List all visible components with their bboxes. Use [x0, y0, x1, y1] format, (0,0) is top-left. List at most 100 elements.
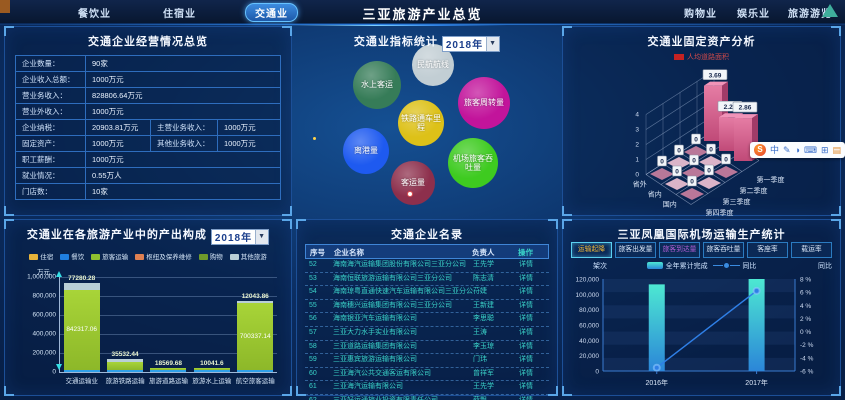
- legend[interactable]: 人均道路面积: [563, 52, 840, 62]
- svg-text:0: 0: [707, 168, 711, 175]
- detail-link[interactable]: 详情: [519, 300, 549, 313]
- table-row: 企业收入总额： 1000万元: [16, 72, 280, 88]
- field-label: 门店数：: [16, 184, 86, 199]
- airport-tabs: 运输起降 旅客出发量 旅客到达量 旅客吞吐量 客座率 载运率: [571, 242, 832, 258]
- top-nav: 餐饮业 住宿业 交通业 三亚旅游产业总览 购物业 娱乐业 旅游游览: [0, 0, 845, 26]
- corner-decor-icon: [831, 206, 841, 216]
- keyboard-icon[interactable]: ⌨: [804, 142, 817, 158]
- svg-text:0: 0: [692, 158, 696, 165]
- svg-text:0 %: 0 %: [800, 329, 811, 336]
- pen-icon[interactable]: ✎: [783, 142, 791, 158]
- field-label: 职工薪酬：: [16, 152, 86, 167]
- table-row: 就业情况： 0.55万人: [16, 168, 280, 184]
- sogou-logo-icon[interactable]: S: [754, 144, 766, 156]
- legend-label: 购物: [209, 253, 223, 261]
- table-row: 55 海南穗兴运输集团有限公司三亚分公司 王新建 详情: [305, 300, 549, 314]
- legend-item[interactable]: 购物: [198, 251, 223, 261]
- chinese-mode-icon[interactable]: 中: [770, 142, 779, 158]
- detail-link[interactable]: 详情: [519, 327, 549, 340]
- airport-tab-1[interactable]: 旅客出发量: [615, 242, 656, 258]
- field-label: 企业纳税：: [16, 120, 86, 135]
- chevron-down-icon: ▼: [486, 36, 500, 51]
- field-label: 营业外收入：: [16, 104, 86, 119]
- svg-text:40,000: 40,000: [579, 338, 599, 345]
- x-tick-label: 旅游铁路运输: [105, 378, 145, 385]
- field-value: 1000万元: [92, 155, 124, 164]
- legend-item[interactable]: 其他旅游: [229, 251, 267, 261]
- detail-link[interactable]: 详情: [519, 259, 549, 272]
- bar-inner-label: 700337.14: [239, 333, 271, 341]
- halfwidth-icon[interactable]: ◑: [795, 142, 800, 158]
- detail-link[interactable]: 详情: [519, 354, 549, 367]
- svg-text:8 %: 8 %: [800, 277, 811, 284]
- legend-label: 旅客运输: [102, 253, 129, 261]
- svg-text:0: 0: [709, 147, 713, 154]
- legend-item[interactable]: 旅客运输: [91, 251, 128, 261]
- year-select[interactable]: 2018年 ▼: [210, 228, 270, 245]
- y-tick-label: 800,000: [32, 292, 57, 300]
- field-value: 1000万元: [92, 75, 124, 84]
- cell-person: 李玉琼: [473, 342, 494, 350]
- bar: 10041.6 旅游水上运输: [192, 360, 231, 385]
- detail-link[interactable]: 详情: [519, 381, 549, 394]
- table-row: 54 海南琼粤直通快速汽车运输有限公司三亚分公司 苻婕 详情: [305, 286, 549, 300]
- legend-item[interactable]: 住宿: [29, 251, 53, 261]
- svg-text:第四季度: 第四季度: [706, 208, 734, 217]
- nav-tab-entertainment[interactable]: 娱乐业: [737, 5, 770, 20]
- detail-link[interactable]: 详情: [519, 341, 549, 354]
- legend-label[interactable]: 全年累计完成: [666, 263, 708, 270]
- detail-link[interactable]: 详情: [519, 368, 549, 381]
- x-tick-label: 交通运输业: [65, 378, 98, 385]
- detail-link[interactable]: 详情: [519, 286, 549, 299]
- legend-label[interactable]: 同比: [742, 263, 756, 270]
- detail-link[interactable]: 详情: [519, 313, 549, 326]
- detail-link[interactable]: 详情: [519, 395, 549, 400]
- svg-text:120,000: 120,000: [576, 277, 600, 284]
- table-row: 企业纳税： 20903.81万元 主营业务收入： 1000万元: [16, 120, 280, 136]
- col-action: 操作: [518, 248, 533, 257]
- airport-tab-5[interactable]: 载运率: [791, 242, 832, 258]
- year-select[interactable]: 2018年 ▼: [441, 35, 501, 52]
- directory-rows: 52 海南海汽运输集团股份有限公司三亚分公司 王先学 详情 53 海南恒联旅游运输有限公司…: [305, 259, 549, 400]
- airport-tab-0[interactable]: 运输起降: [571, 242, 612, 258]
- panel-title: 交通企业名录: [391, 229, 463, 241]
- page-title: 三亚旅游产业总览: [0, 4, 845, 26]
- svg-text:国内: 国内: [663, 200, 677, 209]
- nav-tab-shopping[interactable]: 购物业: [684, 5, 717, 20]
- x-tick-label: 旅游道路运输: [148, 378, 188, 385]
- cell-no: 60: [309, 369, 317, 377]
- airport-tab-3[interactable]: 旅客吞吐量: [703, 242, 744, 258]
- legend-label: 餐饮: [71, 253, 85, 261]
- table-row: 61 三亚海汽运输有限公司 王先学 详情: [305, 381, 549, 395]
- cell-person: 薛飘: [473, 395, 519, 400]
- svg-text:4: 4: [635, 112, 639, 119]
- fullscreen-icon[interactable]: [822, 4, 838, 17]
- airport-tab-2[interactable]: 旅客到达量: [659, 242, 700, 258]
- field-label: 主营业务收入：: [150, 120, 218, 135]
- legend-item[interactable]: 枢纽及保养维修: [135, 251, 192, 261]
- cell-company-name: 三亚海汽公共交通客运有限公司: [333, 369, 431, 377]
- bar-segment-base: [237, 370, 274, 372]
- bar-segment-base: [107, 370, 144, 372]
- dashboard: 餐饮业 住宿业 交通业 三亚旅游产业总览 购物业 娱乐业 旅游游览 交通企业经营…: [0, 0, 845, 400]
- airport-tab-4[interactable]: 客座率: [747, 242, 788, 258]
- legend-item[interactable]: 餐饮: [60, 251, 84, 261]
- bar-legend-icon: [646, 262, 663, 269]
- table-row: 企业数量： 90家: [16, 56, 280, 72]
- legend-swatch-icon: [29, 253, 39, 260]
- bubble-chart: 民航航线 水上客运 旅客周转量 铁路通车里程 离港量 机场旅客吞吐量 客运量: [297, 27, 557, 215]
- bar-value-label: 12043.86: [241, 293, 269, 301]
- toolbox-icon[interactable]: ▤: [833, 142, 842, 158]
- grid-icon[interactable]: ⊞: [821, 142, 829, 158]
- svg-text:2 %: 2 %: [800, 316, 811, 323]
- svg-text:3.69: 3.69: [709, 72, 722, 79]
- detail-link[interactable]: 详情: [519, 273, 549, 286]
- corner-decor-icon: [562, 386, 572, 396]
- cell-person: 李思聪: [473, 315, 494, 323]
- corner-decor-icon: [296, 386, 306, 396]
- svg-text:-2 %: -2 %: [800, 342, 814, 349]
- svg-text:1: 1: [635, 157, 639, 164]
- table-row: 59 三亚惠宾旅游运输有限公司 门玮 详情: [305, 354, 549, 368]
- cell-person: 王先学: [473, 383, 494, 391]
- cell-person: 陈志清: [473, 274, 494, 282]
